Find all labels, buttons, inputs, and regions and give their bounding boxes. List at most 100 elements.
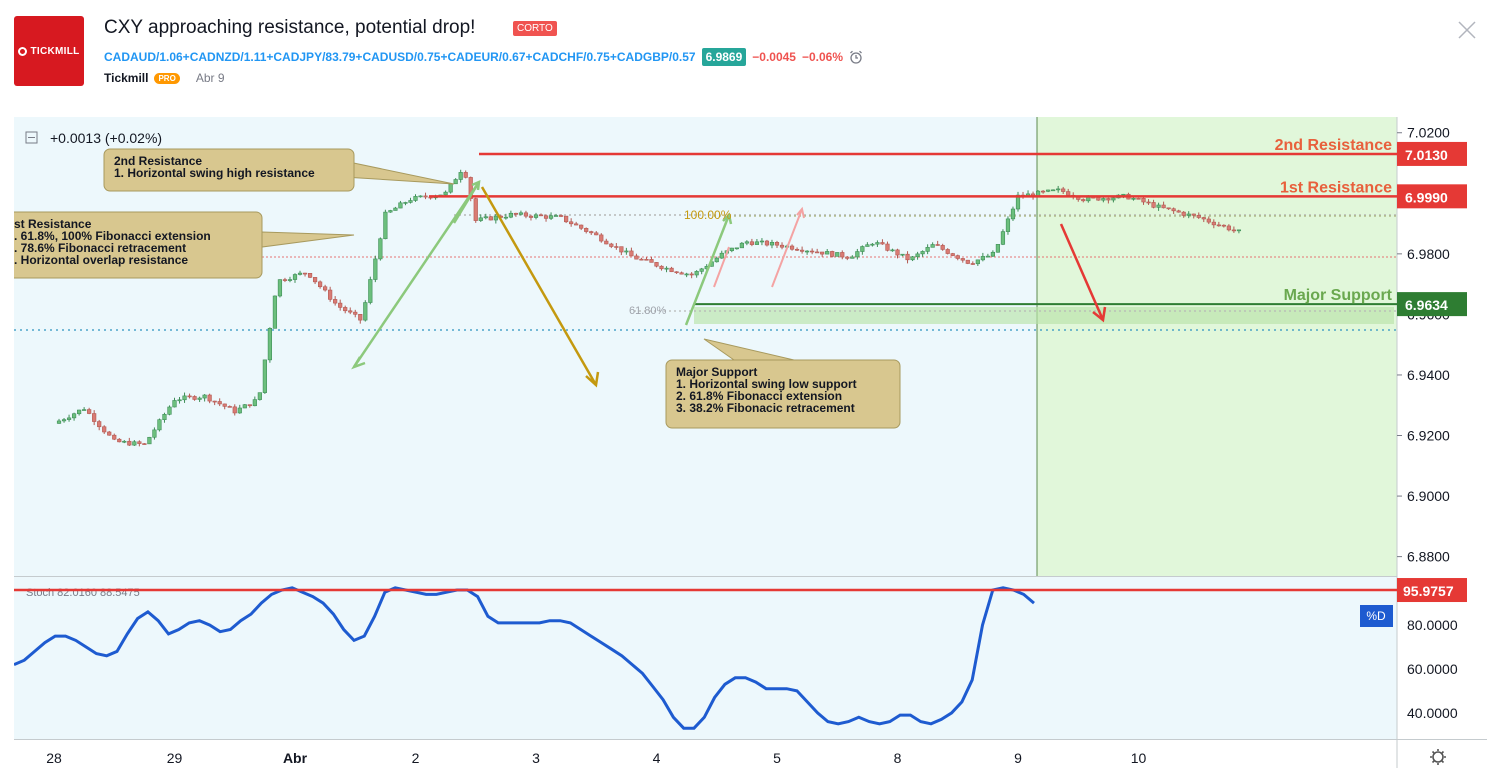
candle-body bbox=[117, 438, 122, 443]
candle-body bbox=[845, 256, 850, 259]
stoch-tick-label: 40.0000 bbox=[1407, 705, 1458, 721]
candle-body bbox=[483, 216, 488, 219]
candle-body bbox=[624, 250, 629, 253]
candle-body bbox=[684, 273, 689, 276]
candle-body bbox=[523, 212, 529, 217]
candle-body bbox=[1201, 217, 1206, 220]
stochastic-line-label: %D bbox=[1366, 609, 1386, 623]
candle-body bbox=[307, 273, 313, 278]
close-icon[interactable] bbox=[1456, 19, 1478, 41]
candle-body bbox=[1086, 196, 1091, 202]
candle-body bbox=[82, 409, 87, 411]
time-tick-label: 2 bbox=[412, 750, 420, 766]
candle-body bbox=[107, 431, 112, 436]
candle-body bbox=[890, 249, 895, 252]
candle-body bbox=[875, 242, 880, 245]
candle-body bbox=[609, 243, 614, 247]
candle-body bbox=[1081, 199, 1086, 202]
candle-body bbox=[61, 419, 67, 422]
candle-body bbox=[503, 216, 508, 219]
candle-body bbox=[302, 272, 308, 275]
candle-body bbox=[237, 407, 242, 414]
candle-body bbox=[739, 242, 744, 249]
support-zone bbox=[694, 307, 1394, 324]
candle-body bbox=[820, 251, 825, 255]
candle-body bbox=[1101, 198, 1106, 201]
candle-body bbox=[905, 253, 910, 261]
candle-body bbox=[87, 409, 92, 414]
level-name-1: 1st Resistance bbox=[1280, 179, 1392, 196]
stochastic-level-label: 95.9757 bbox=[1403, 583, 1454, 599]
candle-body bbox=[1066, 191, 1071, 196]
candle-body bbox=[182, 395, 187, 401]
candle-body bbox=[167, 406, 172, 415]
candle-body bbox=[649, 259, 654, 263]
candle-body bbox=[413, 196, 418, 201]
candle-body bbox=[398, 202, 403, 209]
candle-body bbox=[122, 440, 127, 443]
price-tick-label: 6.9200 bbox=[1407, 428, 1450, 444]
callout-line: . Horizontal overlap resistance bbox=[14, 253, 188, 267]
candle-body bbox=[162, 414, 167, 420]
candle-body bbox=[654, 262, 659, 267]
candle-body bbox=[925, 247, 930, 252]
candle-body bbox=[985, 255, 990, 258]
alarm-clock-icon[interactable] bbox=[849, 50, 863, 64]
candle-body bbox=[358, 314, 363, 321]
candle-body bbox=[493, 215, 498, 221]
candle-body bbox=[388, 210, 393, 213]
candle-body bbox=[102, 426, 107, 433]
candle-body bbox=[152, 429, 157, 438]
time-tick-label: 28 bbox=[46, 750, 62, 766]
price-change: −0.0045 bbox=[752, 50, 796, 64]
time-tick-label: 8 bbox=[894, 750, 902, 766]
chart-area[interactable]: 7.02007.00006.98006.96006.94006.92006.90… bbox=[3, 117, 1487, 768]
fib-100-label: 100.00% bbox=[684, 208, 732, 222]
candle-body bbox=[262, 359, 267, 393]
candle-body bbox=[378, 238, 383, 260]
candle-body bbox=[1010, 208, 1016, 220]
candle-body bbox=[353, 311, 358, 315]
candle-body bbox=[533, 214, 539, 218]
stoch-tick-label: 80.0000 bbox=[1407, 617, 1458, 633]
candle-body bbox=[754, 241, 760, 245]
author-name[interactable]: Tickmill bbox=[104, 71, 148, 85]
candle-body bbox=[232, 406, 237, 414]
candle-body bbox=[714, 257, 719, 263]
candle-body bbox=[1206, 218, 1211, 223]
candle-body bbox=[599, 234, 604, 242]
candle-body bbox=[548, 215, 554, 219]
candle-body bbox=[1136, 197, 1141, 200]
candle-body bbox=[719, 252, 724, 259]
candle-body bbox=[403, 202, 408, 204]
symbol-link[interactable]: CADAUD/1.06+CADNZD/1.11+CADJPY/83.79+CAD… bbox=[104, 50, 696, 64]
candle-body bbox=[850, 256, 855, 259]
candle-body bbox=[970, 263, 975, 265]
candle-body bbox=[945, 249, 950, 254]
last-price: 6.9869 bbox=[701, 48, 747, 66]
candle-body bbox=[664, 267, 669, 270]
candle-body bbox=[132, 441, 137, 446]
candle-body bbox=[418, 195, 423, 198]
candle-body bbox=[282, 279, 288, 281]
candle-body bbox=[1171, 208, 1176, 212]
chart-svg[interactable]: 7.02007.00006.98006.96006.94006.92006.90… bbox=[3, 117, 1487, 768]
candle-body bbox=[338, 302, 343, 308]
candle-body bbox=[679, 272, 684, 275]
candle-body bbox=[920, 251, 925, 255]
level-name-0: 2nd Resistance bbox=[1275, 137, 1392, 154]
candle-body bbox=[584, 227, 589, 232]
candle-body bbox=[443, 191, 448, 196]
candle-body bbox=[980, 256, 985, 261]
candle-body bbox=[393, 207, 398, 211]
candle-body bbox=[142, 443, 147, 445]
candle-body bbox=[77, 409, 82, 415]
candle-body bbox=[885, 243, 890, 251]
fib-618-label: 61.80% bbox=[629, 305, 667, 317]
symbol-line: CADAUD/1.06+CADNZD/1.11+CADJPY/83.79+CAD… bbox=[104, 48, 863, 66]
time-tick-label: 5 bbox=[773, 750, 781, 766]
candle-body bbox=[639, 258, 644, 261]
callout-line: 3. 38.2% Fibonacic retracement bbox=[676, 401, 855, 415]
candle-body bbox=[579, 224, 584, 229]
candle-body bbox=[774, 241, 780, 246]
